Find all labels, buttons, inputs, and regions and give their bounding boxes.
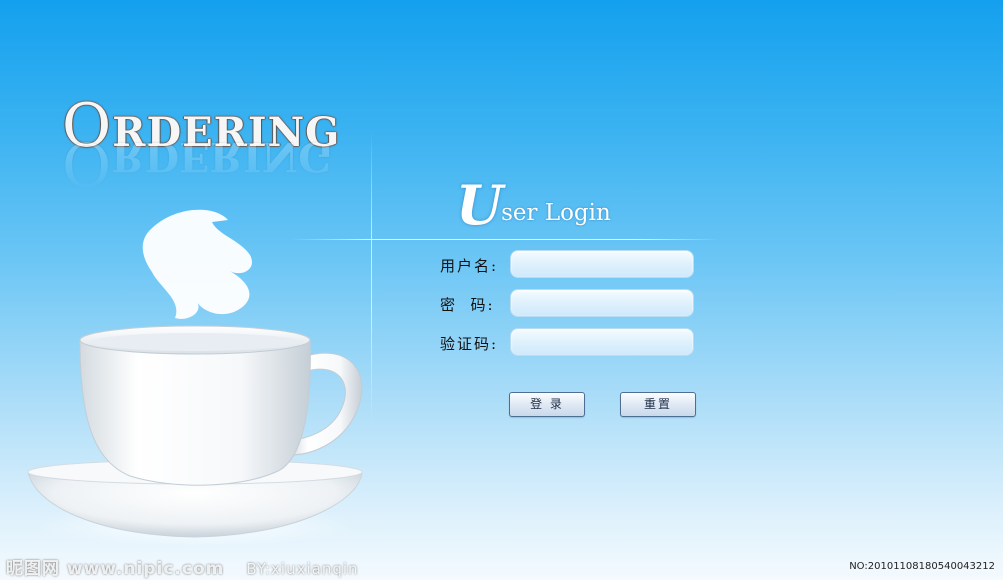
ordering-logo-reflection: ORDERING <box>62 126 333 198</box>
password-row: 密 码: <box>430 289 700 319</box>
captcha-row: 验证码: <box>430 328 700 358</box>
logo-reflection-initial: O <box>62 128 112 198</box>
watermark-site: 昵图网 www.nipic.com <box>6 559 225 579</box>
username-input[interactable] <box>510 250 694 278</box>
vertical-divider <box>371 130 372 430</box>
username-row: 用户名: <box>430 250 700 280</box>
coffee-cup-icon <box>27 209 363 547</box>
password-input[interactable] <box>510 289 694 317</box>
login-page: ORDERING ORDERING User Login 用户名: 密 码: 验… <box>0 0 1003 580</box>
password-label: 密 码: <box>440 296 495 314</box>
title-initial: U <box>456 173 504 237</box>
username-label: 用户名: <box>440 257 499 275</box>
logo-reflection-text: RDERING <box>111 133 333 180</box>
captcha-input[interactable] <box>510 328 694 356</box>
watermark-author: BY:xiuxianqin <box>246 560 359 578</box>
serial-number: NO:20101108180540043212 <box>849 561 995 572</box>
title-text: ser Login <box>501 200 611 226</box>
user-login-title: User Login <box>456 178 611 238</box>
horizontal-divider <box>290 239 720 240</box>
reset-button[interactable]: 重置 <box>620 392 696 417</box>
login-button[interactable]: 登 录 <box>509 392 585 417</box>
captcha-label: 验证码: <box>440 335 499 353</box>
watermark: 昵图网 www.nipic.com BY:xiuxianqin <box>6 554 359 579</box>
steam-icon <box>142 209 252 319</box>
